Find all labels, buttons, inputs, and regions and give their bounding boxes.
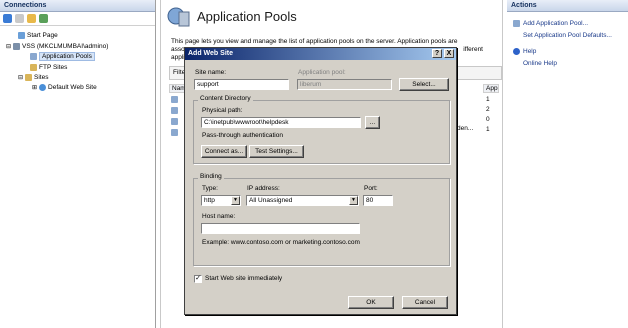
dialog-help-button[interactable]: ? (432, 49, 442, 58)
connections-pane: Connections Start Page ⊟ VSS (MKCLMUMBAI… (0, 0, 156, 328)
add-web-site-dialog: Add Web Site ? X Site name: support Appl… (184, 47, 457, 315)
table-row[interactable]: 2 (486, 105, 490, 115)
expand-icon[interactable]: ⊞ (32, 84, 37, 91)
server-icon (13, 43, 21, 50)
tree-sites[interactable]: ⊟ Sites (18, 73, 48, 82)
row-identity-tail: den... (457, 125, 474, 132)
start-page-icon (18, 32, 25, 39)
pool-icon (171, 96, 178, 103)
collapse-icon[interactable]: ⊟ (18, 74, 23, 81)
tree-default-site[interactable]: ⊞ Default Web Site (32, 83, 97, 92)
type-label: Type: (202, 185, 218, 192)
app-pool-label: Application pool: (298, 69, 346, 76)
site-name-input[interactable]: support (194, 79, 289, 90)
binding-group (193, 178, 450, 266)
app-pools-icon (30, 53, 37, 60)
ok-button[interactable]: OK (348, 296, 394, 309)
physical-path-input[interactable]: C:\inetpub\wwwroot\helpdesk (201, 117, 361, 128)
app-count-column: 1 2 0 1 (486, 95, 490, 135)
test-settings-button[interactable]: Test Settings... (249, 145, 304, 158)
add-pool-icon (513, 20, 520, 27)
chevron-down-icon[interactable]: ▼ (231, 196, 240, 205)
pool-icon (171, 118, 178, 125)
save-icon[interactable] (15, 14, 24, 23)
tree-app-pools[interactable]: Application Pools (30, 52, 95, 61)
actions-title: Actions (507, 0, 628, 12)
chevron-down-icon[interactable]: ▼ (349, 196, 358, 205)
tree-start-page[interactable]: Start Page (18, 31, 58, 40)
port-input[interactable]: 80 (363, 195, 393, 206)
app-column-header[interactable]: App (483, 84, 499, 93)
ip-address-label: IP address: (247, 185, 280, 192)
tree-ftp-sites[interactable]: FTP Sites (30, 63, 67, 72)
dialog-close-button[interactable]: X (444, 49, 454, 58)
table-row[interactable]: 1 (486, 125, 490, 135)
dialog-title: Add Web Site (185, 48, 456, 60)
physical-path-label: Physical path: (202, 107, 243, 114)
pool-icon (171, 107, 178, 114)
passthrough-label: Pass-through authentication (202, 132, 283, 139)
start-immediately-checkbox[interactable]: ✓ (194, 275, 202, 283)
start-immediately-label: Start Web site immediately (205, 275, 283, 282)
connections-title: Connections (0, 0, 155, 12)
connections-toolbar (0, 12, 155, 26)
type-dropdown[interactable]: http ▼ (201, 195, 241, 206)
help-link[interactable]: Help (513, 48, 536, 55)
page-title: Application Pools (197, 9, 297, 24)
site-name-label: Site name: (195, 69, 227, 76)
sites-folder-icon (25, 74, 33, 81)
up-icon[interactable] (27, 14, 36, 23)
pool-icon (171, 129, 178, 136)
table-row[interactable]: 0 (486, 115, 490, 125)
ftp-icon (30, 64, 37, 71)
online-help-link[interactable]: Online Help (523, 60, 557, 67)
app-pool-rows-icons (171, 96, 179, 136)
table-row[interactable]: 1 (486, 95, 490, 105)
app-pool-field: liberum (297, 79, 392, 90)
binding-label: Binding (198, 173, 224, 180)
ip-address-dropdown[interactable]: All Unassigned ▼ (246, 195, 359, 206)
tree-server[interactable]: ⊟ VSS (MKCLMUMBAI\admino) (6, 42, 108, 51)
actions-pane: Actions Add Application Pool... Set Appl… (507, 0, 628, 328)
connect-as-button[interactable]: Connect as... (201, 145, 247, 158)
host-name-input[interactable] (201, 223, 360, 234)
select-button[interactable]: Select... (399, 78, 449, 91)
set-defaults-link[interactable]: Set Application Pool Defaults... (523, 32, 612, 39)
connect-icon[interactable] (3, 14, 12, 23)
port-label: Port: (364, 185, 378, 192)
collapse-icon[interactable]: ⊟ (6, 43, 11, 50)
content-directory-label: Content Directory (198, 95, 253, 102)
add-app-pool-link[interactable]: Add Application Pool... (513, 20, 588, 27)
host-name-label: Host name: (202, 213, 236, 220)
host-example-text: Example: www.contoso.com or marketing.co… (202, 239, 360, 246)
app-pools-icon (167, 7, 190, 27)
refresh-icon[interactable] (39, 14, 48, 23)
globe-icon (39, 84, 47, 91)
cancel-button[interactable]: Cancel (402, 296, 448, 309)
help-icon (513, 48, 520, 55)
browse-button[interactable]: ... (365, 116, 380, 129)
